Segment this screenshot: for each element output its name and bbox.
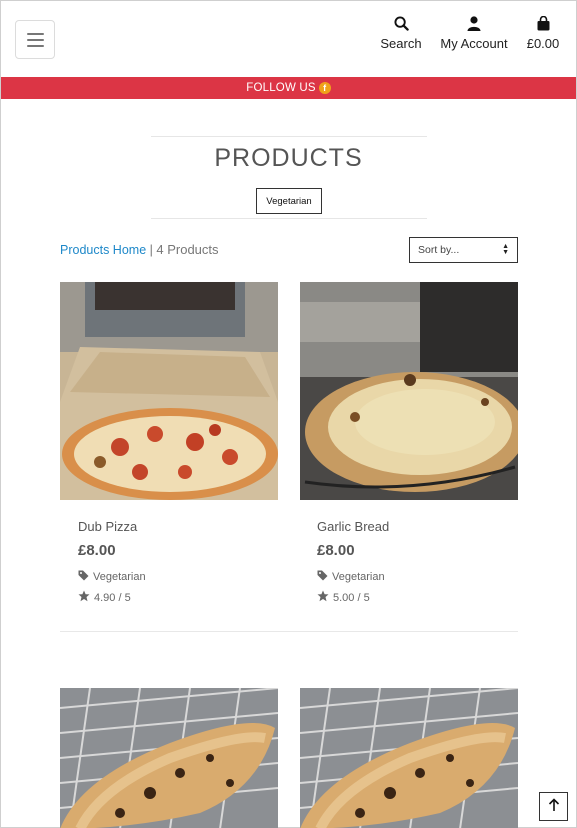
select-arrows-icon: ▲ ▼ xyxy=(502,243,509,256)
product-image-dub-pizza[interactable] xyxy=(60,282,278,500)
star-icon xyxy=(78,590,90,605)
product-count: 4 Products xyxy=(156,242,219,257)
tag-icon xyxy=(78,570,89,584)
category-badge[interactable]: Vegetarian xyxy=(256,188,322,214)
facebook-icon[interactable]: f xyxy=(318,82,331,94)
product-rating-value: 5.00 / 5 xyxy=(333,591,370,604)
page-title: PRODUCTS xyxy=(214,144,363,172)
product-name[interactable]: Dub Pizza xyxy=(78,519,137,534)
product-rating: 5.00 / 5 xyxy=(317,590,370,605)
product-category-label: Vegetarian xyxy=(332,571,385,583)
product-category[interactable]: Vegetarian xyxy=(317,570,385,584)
arrow-up-icon xyxy=(548,797,560,816)
search-nav-link[interactable]: Search xyxy=(378,14,424,51)
shopping-bag-icon xyxy=(537,14,550,32)
sort-select-value: Sort by... xyxy=(418,244,460,256)
product-image-calzone-2[interactable] xyxy=(300,688,518,828)
breadcrumb: Products Home | 4 Products xyxy=(60,242,219,257)
my-account-label: My Account xyxy=(440,36,508,51)
tag-icon xyxy=(317,570,328,584)
search-icon xyxy=(393,14,409,32)
back-to-top-button[interactable] xyxy=(539,792,568,821)
follow-us-label: FOLLOW US xyxy=(246,82,316,94)
title-divider-top xyxy=(151,136,427,137)
star-icon xyxy=(317,590,329,605)
hamburger-menu-button[interactable] xyxy=(15,20,55,59)
breadcrumb-separator: | xyxy=(149,243,153,257)
product-rating: 4.90 / 5 xyxy=(78,590,131,605)
bag-total: £0.00 xyxy=(526,36,560,51)
shopping-bag-nav-link[interactable]: £0.00 xyxy=(522,14,564,51)
product-image-calzone[interactable] xyxy=(60,688,278,828)
search-label: Search xyxy=(380,36,422,51)
sort-select[interactable]: Sort by... ▲ ▼ xyxy=(409,237,518,263)
product-row-divider xyxy=(60,631,518,632)
product-name[interactable]: Garlic Bread xyxy=(317,519,389,534)
product-price: £8.00 xyxy=(317,542,355,559)
site-header: Search My Account £0.00 xyxy=(1,1,576,77)
product-image-garlic-bread[interactable] xyxy=(300,282,518,500)
user-icon xyxy=(467,14,481,32)
product-category-label: Vegetarian xyxy=(93,571,146,583)
follow-us-banner[interactable]: FOLLOW US f xyxy=(1,77,576,99)
product-rating-value: 4.90 / 5 xyxy=(94,591,131,604)
title-divider-bottom xyxy=(151,218,427,219)
product-category[interactable]: Vegetarian xyxy=(78,570,146,584)
hamburger-icon-bar xyxy=(26,38,44,41)
products-home-link[interactable]: Products Home xyxy=(60,243,146,257)
hamburger-icon xyxy=(26,32,44,35)
product-price: £8.00 xyxy=(78,542,116,559)
hamburger-icon-bar xyxy=(26,44,44,47)
my-account-nav-link[interactable]: My Account xyxy=(435,14,513,51)
